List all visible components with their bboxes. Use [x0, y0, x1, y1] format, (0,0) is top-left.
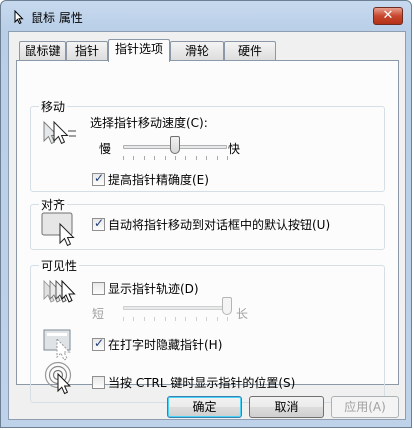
trails-long-label: 长	[236, 307, 249, 321]
slider-tick	[227, 317, 228, 321]
dialog-client-area: 鼠标键 指针 指针选项 滑轮 硬件 移动 选择指针移动速度(C): 慢 快 ✓ …	[8, 31, 406, 420]
pointer-trails-icon	[43, 279, 76, 303]
mouse-pointer-icon	[14, 9, 24, 25]
slider-tick	[154, 156, 155, 160]
pointer-speed-slider-thumb[interactable]	[170, 136, 180, 154]
slider-tick	[206, 156, 207, 160]
hide-while-typing-checkbox[interactable]: ✓	[92, 336, 105, 351]
slider-tick	[217, 317, 218, 321]
slider-tick	[217, 156, 218, 160]
ok-button[interactable]: 确定	[167, 396, 242, 418]
slider-tick	[144, 317, 145, 321]
slider-tick	[227, 156, 228, 160]
visibility-group-label: 可见性	[39, 257, 80, 274]
slider-tick	[196, 317, 197, 321]
title-bar[interactable]: 鼠标 属性 ✕	[1, 1, 413, 31]
show-location-ctrl-label: 当按 CTRL 键时显示指针的位置(S)	[108, 376, 296, 390]
snap-to-default-label: 自动将指针移动到对话框中的默认按钮(U)	[108, 218, 331, 232]
slider-tick	[175, 156, 176, 160]
check-icon: ✓	[94, 171, 105, 185]
fast-label: 快	[228, 142, 241, 156]
pointer-options-panel: 移动 选择指针移动速度(C): 慢 快 ✓ 提高指针精确度(E) 对齐 ✓ 自动…	[16, 60, 399, 403]
check-icon: ✓	[94, 336, 105, 350]
trails-length-slider[interactable]	[123, 306, 227, 310]
window-title: 鼠标 属性	[31, 11, 83, 25]
show-location-icon	[44, 361, 72, 395]
trails-short-label: 短	[92, 307, 105, 321]
snap-to-button-icon	[41, 212, 75, 247]
slider-tick	[154, 317, 155, 321]
slider-tick	[165, 156, 166, 160]
apply-button[interactable]: 应用(A)	[331, 396, 399, 418]
tab-hardware[interactable]: 硬件	[224, 41, 276, 61]
slider-tick	[123, 156, 124, 160]
slider-tick	[133, 156, 134, 160]
check-icon: ✓	[94, 216, 105, 230]
slider-tick	[185, 317, 186, 321]
enhance-precision-label: 提高指针精确度(E)	[108, 173, 209, 187]
close-icon: ✕	[382, 8, 394, 23]
close-button[interactable]: ✕	[373, 7, 403, 25]
show-location-ctrl-checkbox[interactable]	[92, 376, 105, 389]
snap-to-group-label: 对齐	[39, 196, 68, 213]
pointer-speed-icon	[43, 120, 76, 145]
pointer-trails-label: 显示指针轨迹(D)	[108, 282, 199, 296]
slider-tick	[185, 156, 186, 160]
trails-length-slider-thumb[interactable]	[222, 297, 232, 315]
snap-to-default-checkbox[interactable]: ✓	[92, 216, 105, 231]
slider-tick	[144, 156, 145, 160]
enhance-precision-checkbox[interactable]: ✓	[92, 171, 105, 186]
pointer-trails-checkbox[interactable]	[92, 282, 105, 295]
tab-pointer-options[interactable]: 指针选项	[108, 39, 170, 62]
mouse-properties-window: 鼠标 属性 ✕ 鼠标键 指针 指针选项 滑轮 硬件 移动 选择指针移动速度(C)…	[0, 0, 412, 428]
motion-group-label: 移动	[39, 98, 68, 115]
slider-tick	[175, 317, 176, 321]
slider-tick	[165, 317, 166, 321]
pointer-speed-label: 选择指针移动速度(C):	[90, 116, 208, 130]
slider-tick	[206, 317, 207, 321]
tab-pointers[interactable]: 指针	[66, 41, 108, 61]
cancel-button[interactable]: 取消	[249, 396, 324, 418]
slider-tick	[133, 317, 134, 321]
slider-tick	[196, 156, 197, 160]
hide-while-typing-label: 在打字时隐藏指针(H)	[108, 338, 223, 352]
tab-wheel[interactable]: 滑轮	[170, 41, 224, 61]
hide-while-typing-icon	[43, 329, 71, 361]
slider-tick	[123, 317, 124, 321]
slow-label: 慢	[99, 142, 112, 156]
tab-buttons[interactable]: 鼠标键	[19, 41, 66, 61]
